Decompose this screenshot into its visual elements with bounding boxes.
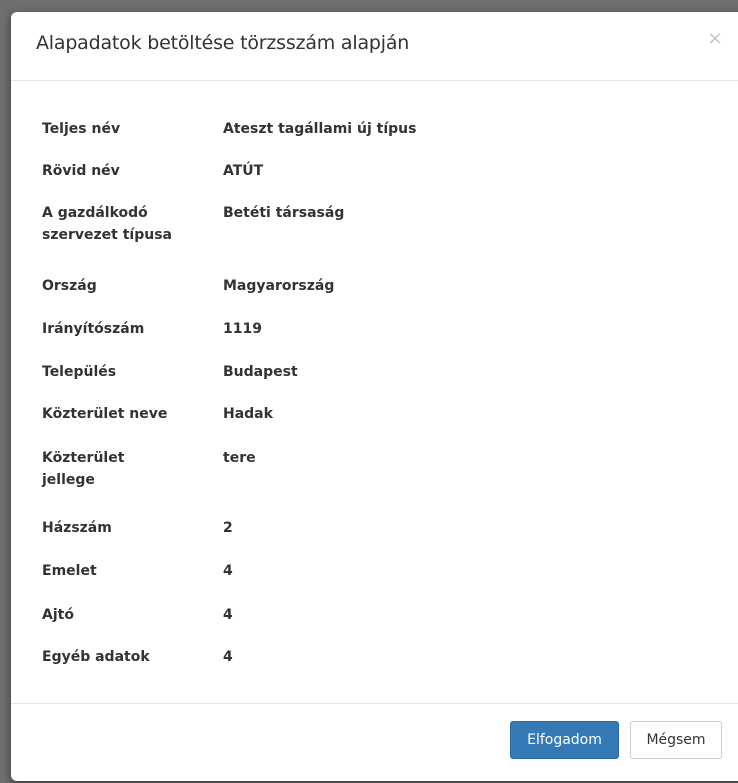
detail-value: 1119 [223,321,262,337]
detail-label: Házszám [42,520,112,536]
detail-value: tere [223,450,256,466]
detail-value: ATÚT [223,163,264,179]
detail-label: Település [42,364,117,380]
dialog-title: Alapadatok betöltése törzsszám alapján [36,32,410,54]
detail-label: Emelet [42,563,97,579]
detail-label: Ország [42,278,97,294]
detail-value: Betéti társaság [223,205,345,221]
detail-label: Rövid név [42,163,120,179]
detail-label: Közterület neve [42,406,168,422]
detail-value: 4 [223,563,233,579]
detail-value: 4 [223,649,233,665]
detail-label: A gazdálkodó szervezet típusa [42,205,172,243]
accept-button[interactable]: Elfogadom [510,721,619,759]
dialog-footer: Elfogadom Mégsem [11,703,738,781]
detail-value: Magyarország [223,278,335,294]
dialog-header: Alapadatok betöltése törzsszám alapján × [11,12,738,81]
detail-label: Irányítószám [42,321,145,337]
detail-label: Ajtó [42,607,74,623]
detail-value: Budapest [223,364,298,380]
detail-label: Egyéb adatok [42,649,150,665]
detail-value: 2 [223,520,233,536]
detail-label: Közterület jellege [42,450,125,488]
detail-value: Hadak [223,406,273,422]
detail-value: Ateszt tagállami új típus [223,121,417,137]
cancel-button[interactable]: Mégsem [630,721,722,759]
detail-label: Teljes név [42,121,121,137]
detail-value: 4 [223,607,233,623]
close-icon[interactable]: × [707,29,723,49]
load-data-dialog: Alapadatok betöltése törzsszám alapján ×… [11,12,738,781]
